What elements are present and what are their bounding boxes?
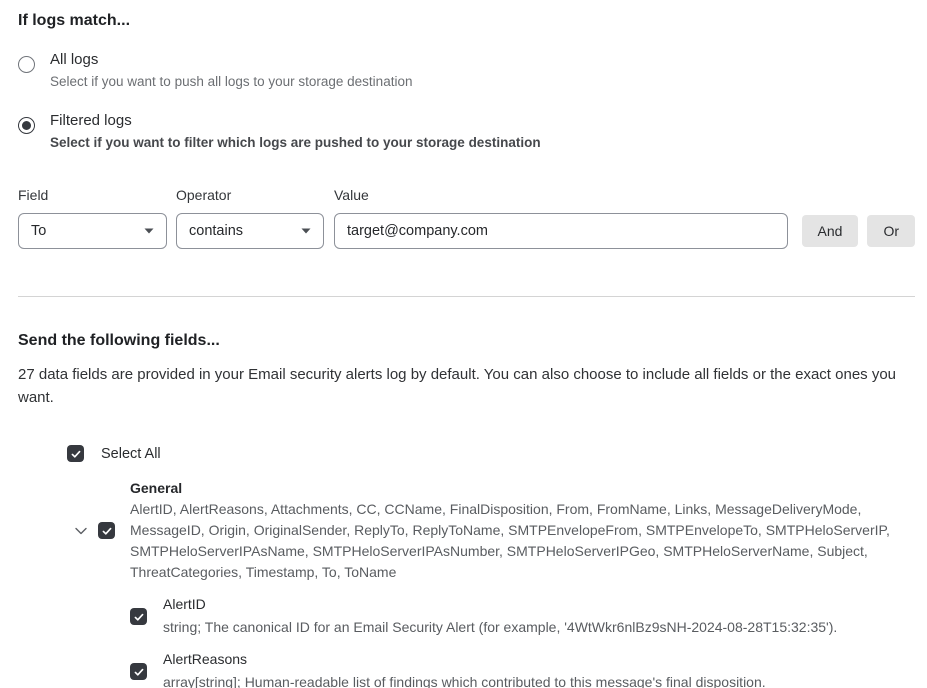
all-logs-radio[interactable] xyxy=(18,56,35,73)
logs-match-heading: If logs match... xyxy=(18,11,915,30)
or-button[interactable]: Or xyxy=(867,215,915,247)
select-all-label: Select All xyxy=(101,446,161,462)
value-column: Value xyxy=(334,187,788,249)
fields-section-description: 27 data fields are provided in your Emai… xyxy=(18,363,908,409)
field-group-general: General AlertID, AlertReasons, Attachmen… xyxy=(72,478,915,583)
field-select-value: To xyxy=(31,223,46,239)
fields-section-heading: Send the following fields... xyxy=(18,331,915,350)
value-input[interactable] xyxy=(334,213,788,249)
alertid-description: string; The canonical ID for an Email Se… xyxy=(163,617,837,638)
logic-buttons: And Or xyxy=(802,215,915,247)
operator-column: Operator contains xyxy=(167,187,324,249)
alertreasons-texts: AlertReasons array[string]; Human-readab… xyxy=(163,650,766,688)
filtered-logs-label: Filtered logs xyxy=(50,111,541,130)
select-all-row[interactable]: Select All xyxy=(67,445,915,462)
filtered-logs-texts: Filtered logs Select if you want to filt… xyxy=(50,111,541,152)
chevron-down-icon xyxy=(301,228,311,234)
radio-dot xyxy=(22,121,31,130)
alertid-checkbox[interactable] xyxy=(130,608,147,625)
alertreasons-description: array[string]; Human-readable list of fi… xyxy=(163,672,766,688)
alertid-texts: AlertID string; The canonical ID for an … xyxy=(163,595,837,638)
value-label: Value xyxy=(334,187,788,204)
operator-select[interactable]: contains xyxy=(176,213,324,249)
all-logs-label: All logs xyxy=(50,50,412,69)
logpush-config-panel: If logs match... All logs Select if you … xyxy=(0,0,927,688)
chevron-down-icon xyxy=(144,228,154,234)
field-label: Field xyxy=(18,187,167,204)
section-divider xyxy=(18,296,915,297)
general-group-texts: General AlertID, AlertReasons, Attachmen… xyxy=(130,478,906,583)
alertreasons-checkbox[interactable] xyxy=(130,663,147,680)
and-button[interactable]: And xyxy=(802,215,859,247)
chevron-down-expand-icon[interactable] xyxy=(72,522,90,540)
radio-option-all-logs[interactable]: All logs Select if you want to push all … xyxy=(18,50,915,91)
operator-select-value: contains xyxy=(189,223,243,239)
radio-option-filtered-logs[interactable]: Filtered logs Select if you want to filt… xyxy=(18,111,915,152)
filtered-logs-description: Select if you want to filter which logs … xyxy=(50,134,541,152)
operator-label: Operator xyxy=(176,187,324,204)
alertid-name: AlertID xyxy=(163,595,837,614)
field-item-alertid: AlertID string; The canonical ID for an … xyxy=(130,595,915,638)
field-select[interactable]: To xyxy=(18,213,167,249)
filter-builder-row: Field To Operator contains Value And xyxy=(18,187,915,249)
all-logs-description: Select if you want to push all logs to y… xyxy=(50,73,412,91)
general-group-title: General xyxy=(130,478,906,499)
field-column: Field To xyxy=(18,187,167,249)
all-logs-texts: All logs Select if you want to push all … xyxy=(50,50,412,91)
alertreasons-name: AlertReasons xyxy=(163,650,766,669)
field-item-alertreasons: AlertReasons array[string]; Human-readab… xyxy=(130,650,915,688)
select-all-checkbox[interactable] xyxy=(67,445,84,462)
general-group-fields-list: AlertID, AlertReasons, Attachments, CC, … xyxy=(130,499,906,583)
general-group-checkbox[interactable] xyxy=(98,522,115,539)
filtered-logs-radio[interactable] xyxy=(18,117,35,134)
